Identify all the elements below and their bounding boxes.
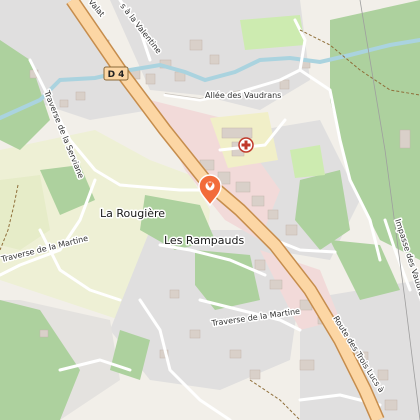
- hospital-cross-icon[interactable]: [238, 137, 254, 153]
- road-label-allee-des-vaudrans: Allée des Vaudrans: [205, 90, 281, 100]
- road-shield-d4: D 4: [103, 66, 129, 81]
- map-view[interactable]: Valat s à la Valentine Allée des Vaudran…: [0, 0, 420, 420]
- road-shield-d4-text: D 4: [108, 70, 125, 80]
- place-label-les-rampauds: Les Rampauds: [164, 234, 244, 247]
- grass-patch: [290, 145, 325, 178]
- place-label-la-rougiere: La Rougière: [100, 207, 165, 220]
- map-canvas[interactable]: Valat s à la Valentine Allée des Vaudran…: [0, 0, 420, 420]
